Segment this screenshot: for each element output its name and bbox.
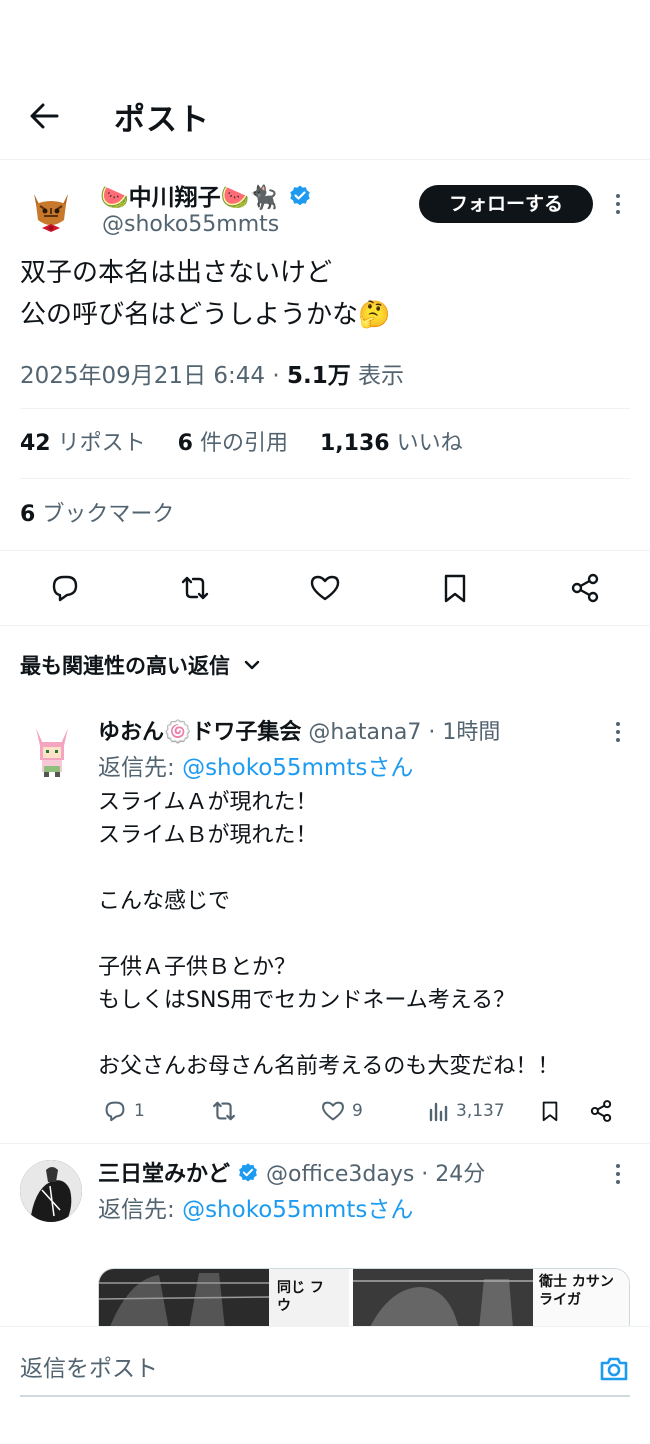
reply-button[interactable]: 1 bbox=[102, 1096, 145, 1126]
bookmark-label: ブックマーク bbox=[42, 502, 175, 527]
reply-time[interactable]: 1時間 bbox=[442, 720, 500, 745]
reply-to-handle[interactable]: @shoko55mmtsさん bbox=[182, 1197, 413, 1223]
cat-avatar-icon bbox=[20, 180, 82, 242]
post-metadata: 2025年09月21日 6:44 · 5.1万 表示 bbox=[20, 363, 405, 389]
view-count: 3,137 bbox=[456, 1101, 505, 1121]
reply-count: 1 bbox=[134, 1101, 145, 1121]
replies-sort-dropdown[interactable]: 最も関連性の高い返信 bbox=[20, 650, 261, 680]
reply-author-name[interactable]: 三日堂みかど bbox=[98, 1162, 230, 1187]
reply-author-name[interactable]: ゆおん🍥ドワ子集会 bbox=[98, 720, 301, 745]
bookmark-button[interactable] bbox=[538, 1096, 562, 1126]
author-name: 🍉中川翔子🍉🐈‍⬛ bbox=[100, 185, 278, 211]
analytics-icon bbox=[429, 1102, 448, 1122]
reply-to-prefix: 返信先: bbox=[98, 1197, 175, 1223]
reply-input[interactable]: 返信をポスト bbox=[20, 1349, 630, 1397]
reply-header: ゆおん🍥ドワ子集会 @hatana7 · 1時間 bbox=[98, 720, 501, 745]
bookmark-count: 6 bbox=[20, 502, 36, 527]
reply-to-handle[interactable]: @shoko55mmtsさん bbox=[182, 755, 413, 781]
media-text-a: 同じ フウ bbox=[277, 1280, 324, 1314]
view-count-label: 表示 bbox=[358, 363, 405, 389]
like-button[interactable]: 9 bbox=[320, 1096, 363, 1126]
arrow-left-icon bbox=[30, 103, 59, 129]
share-button[interactable] bbox=[568, 571, 602, 605]
back-button[interactable] bbox=[24, 98, 64, 134]
heart-icon bbox=[310, 575, 340, 601]
media-text-b: 衛士 カサン ライガ bbox=[539, 1274, 614, 1308]
author-name-row[interactable]: 🍉中川翔子🍉🐈‍⬛ bbox=[100, 178, 312, 212]
reply-icon bbox=[52, 575, 78, 602]
page-title: ポスト bbox=[114, 102, 210, 138]
more-dots-icon bbox=[616, 722, 620, 726]
post-action-bar bbox=[0, 550, 650, 626]
quote-stat[interactable]: 6 件の引用 bbox=[178, 431, 288, 456]
camera-icon bbox=[600, 1357, 628, 1381]
reply-text: スライムＡが現れた！ スライムＢが現れた！ こんな感じで 子供Ａ子供Ｂとか？ も… bbox=[98, 790, 560, 1079]
quote-label: 件の引用 bbox=[199, 431, 288, 456]
share-button[interactable] bbox=[588, 1096, 614, 1126]
reply-more-button[interactable] bbox=[613, 1164, 623, 1190]
bookmark-button[interactable] bbox=[438, 571, 472, 605]
more-dots-icon bbox=[616, 1164, 620, 1168]
avatar[interactable] bbox=[20, 180, 82, 242]
repost-label: リポスト bbox=[57, 431, 146, 456]
repost-icon bbox=[213, 1101, 235, 1121]
post-timestamp[interactable]: 2025年09月21日 6:44 bbox=[20, 363, 265, 389]
like-button[interactable] bbox=[308, 571, 342, 605]
quote-count: 6 bbox=[177, 431, 193, 456]
reply-to-prefix: 返信先: bbox=[98, 755, 175, 781]
reply-to-line: 返信先: @shoko55mmtsさん bbox=[98, 1190, 413, 1224]
author-handle[interactable]: @shoko55mmts bbox=[102, 212, 279, 237]
repost-button[interactable] bbox=[178, 571, 212, 605]
heart-icon bbox=[322, 1101, 344, 1121]
reply-icon bbox=[105, 1101, 125, 1122]
reply-author-handle[interactable]: @office3days bbox=[266, 1162, 414, 1187]
follow-button[interactable]: フォローする bbox=[419, 185, 593, 223]
reply-author-handle[interactable]: @hatana7 bbox=[308, 720, 421, 745]
pixel-character-avatar-icon bbox=[22, 720, 82, 780]
repost-stat[interactable]: 42 リポスト bbox=[20, 431, 146, 456]
repost-button[interactable] bbox=[210, 1096, 238, 1126]
camera-button[interactable] bbox=[598, 1353, 630, 1385]
reply-input-placeholder: 返信をポスト bbox=[20, 1356, 158, 1382]
share-icon bbox=[571, 573, 599, 603]
avatar[interactable] bbox=[22, 720, 82, 780]
like-count: 9 bbox=[352, 1101, 363, 1121]
reply-media-image[interactable]: 同じ フウ 衛士 カサン ライガ bbox=[98, 1268, 630, 1328]
bookmark-stats[interactable]: 6 ブックマーク bbox=[20, 478, 630, 550]
reply-time[interactable]: 24分 bbox=[435, 1162, 485, 1187]
reply-item[interactable]: ゆおん🍥ドワ子集会 @hatana7 · 1時間 返信先: @shoko55mm… bbox=[0, 714, 650, 1144]
reply-compose-bar: 返信をポスト bbox=[0, 1326, 650, 1444]
verified-badge-icon bbox=[239, 1163, 257, 1182]
manga-avatar-icon bbox=[20, 1160, 82, 1222]
reply-button[interactable] bbox=[48, 571, 82, 605]
like-count: 1,136 bbox=[319, 431, 390, 456]
post-text-line: 公の呼び名はどうしようかな🤔 bbox=[20, 300, 391, 330]
engagement-stats: 42 リポスト 6 件の引用 1,136 いいね bbox=[20, 408, 630, 478]
bookmark-icon bbox=[444, 574, 466, 603]
more-options-button[interactable] bbox=[613, 194, 623, 220]
view-count: 5.1万 bbox=[286, 363, 351, 389]
repost-count: 42 bbox=[20, 431, 51, 456]
reply-more-button[interactable] bbox=[613, 722, 623, 748]
reply-to-line: 返信先: @shoko55mmtsさん bbox=[98, 748, 413, 782]
post-text: 双子の本名は出さないけど 公の呼び名はどうしようかな🤔 bbox=[20, 252, 390, 336]
more-dots-icon bbox=[616, 194, 620, 198]
avatar[interactable] bbox=[20, 1160, 82, 1222]
like-stat[interactable]: 1,136 いいね bbox=[320, 431, 463, 456]
repost-icon bbox=[181, 576, 209, 600]
share-icon bbox=[590, 1100, 612, 1122]
bookmark-icon bbox=[542, 1101, 558, 1122]
top-bar: ポスト bbox=[0, 70, 650, 160]
views-button[interactable]: 3,137 bbox=[428, 1096, 505, 1126]
reply-header: 三日堂みかど @office3days · 24分 bbox=[98, 1162, 486, 1187]
reply-action-bar: 1 9 3,137 bbox=[98, 1096, 630, 1126]
like-label: いいね bbox=[396, 431, 463, 456]
chevron-down-icon bbox=[245, 660, 260, 670]
verified-badge-icon bbox=[290, 185, 310, 206]
post-text-line: 双子の本名は出さないけど bbox=[20, 258, 333, 288]
replies-sort-label: 最も関連性の高い返信 bbox=[20, 654, 230, 678]
